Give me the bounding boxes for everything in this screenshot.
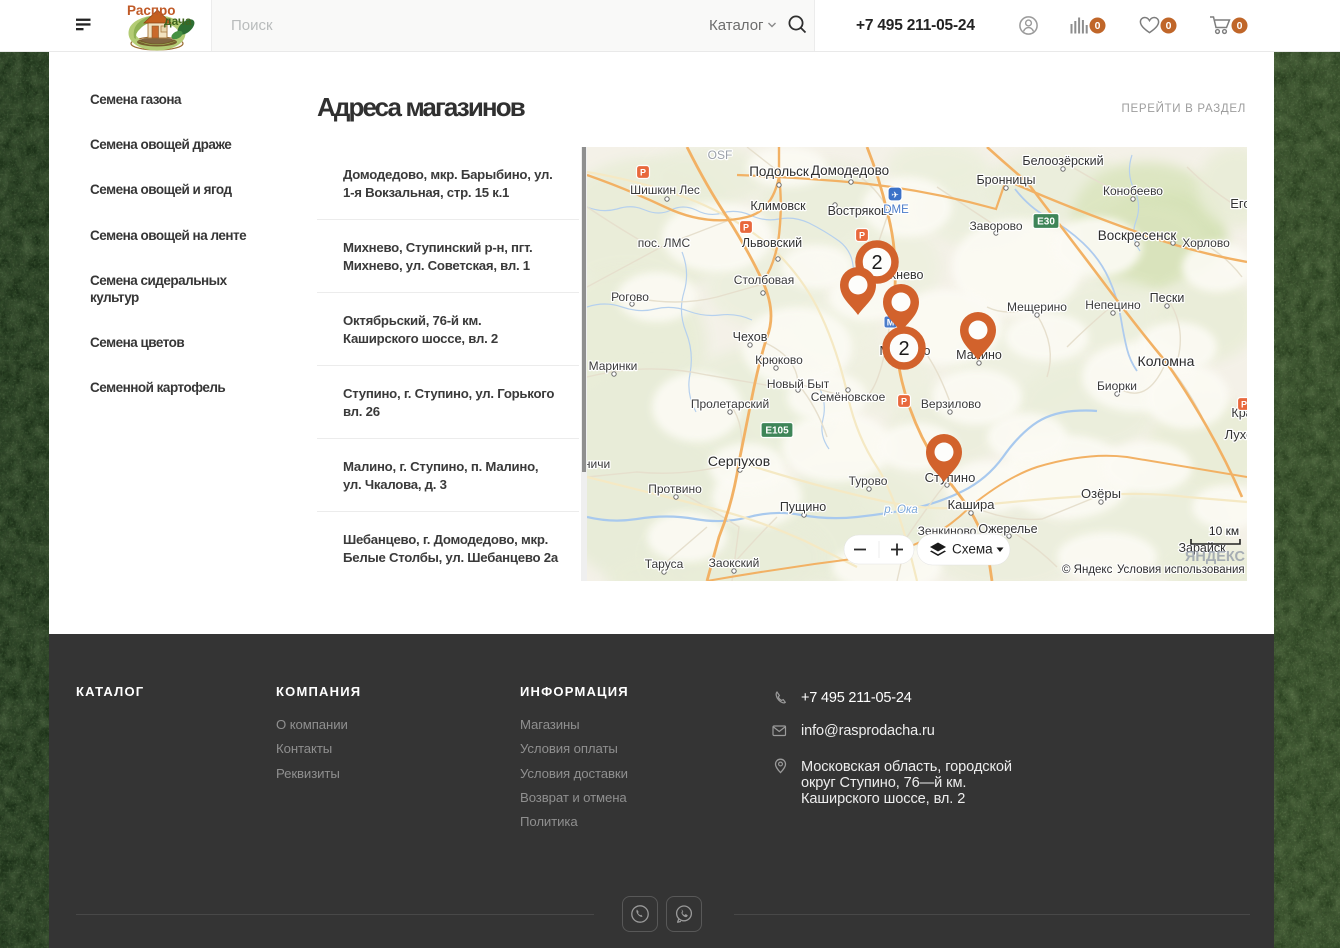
svg-text:Протвино: Протвино [648, 482, 702, 496]
svg-text:Подольск: Подольск [749, 164, 809, 179]
svg-text:0: 0 [1095, 20, 1101, 32]
svg-text:E30: E30 [1037, 217, 1055, 228]
svg-text:© Яндекс: © Яндекс [1062, 564, 1113, 576]
svg-text:Мещерино: Мещерино [1007, 300, 1067, 314]
svg-text:ЯНДЕКС: ЯНДЕКС [1185, 549, 1246, 565]
svg-text:Р: Р [1241, 400, 1247, 410]
svg-text:дача: дача [164, 14, 192, 28]
svg-text:Заворово: Заворово [969, 219, 1022, 233]
svg-text:Непецино: Непецино [1085, 298, 1141, 312]
svg-text:Хорлово: Хорлово [1182, 236, 1230, 250]
svg-text:Егор: Егор [1230, 196, 1247, 211]
svg-text:Заокский: Заокский [709, 556, 760, 570]
svg-text:Биорки: Биорки [1097, 379, 1137, 393]
svg-text:Пролетарский: Пролетарский [691, 397, 769, 411]
svg-text:Серпухов: Серпухов [708, 453, 770, 469]
svg-text:✈: ✈ [891, 190, 899, 200]
svg-text:Пущино: Пущино [780, 500, 826, 514]
svg-text:0: 0 [1237, 20, 1243, 32]
svg-text:пос. ЛМС: пос. ЛМС [638, 236, 691, 250]
svg-text:OSF: OSF [708, 148, 733, 162]
svg-text:10 км: 10 км [1209, 524, 1239, 538]
svg-text:Воскресенск: Воскресенск [1098, 228, 1177, 243]
svg-text:Турово: Турово [849, 474, 888, 488]
svg-text:Схема: Схема [952, 542, 993, 557]
svg-text:Бронницы: Бронницы [976, 173, 1035, 187]
svg-text:Лухо: Лухо [1225, 427, 1247, 442]
svg-text:Семёновское: Семёновское [811, 390, 886, 404]
svg-text:Пески: Пески [1150, 291, 1185, 305]
svg-text:Конобеево: Конобеево [1103, 184, 1163, 198]
svg-text:Таруса: Таруса [645, 557, 684, 571]
svg-text:Р: Р [901, 397, 907, 407]
svg-text:ничи: ничи [587, 457, 610, 471]
svg-text:Чехов: Чехов [733, 330, 768, 344]
svg-text:Львовский: Львовский [742, 236, 802, 250]
svg-text:Р: Р [640, 168, 646, 178]
svg-text:Кашира: Кашира [948, 497, 996, 512]
svg-text:Р: Р [859, 231, 865, 241]
svg-text:E105: E105 [765, 426, 789, 437]
svg-text:Климовск: Климовск [750, 199, 806, 213]
svg-text:Домодедово: Домодедово [811, 163, 889, 178]
svg-text:DME: DME [883, 204, 909, 216]
svg-text:Коломна: Коломна [1138, 353, 1195, 369]
svg-text:Маринки: Маринки [589, 359, 638, 373]
svg-text:Крюково: Крюково [755, 353, 803, 367]
svg-text:р. Ока: р. Ока [883, 504, 918, 516]
svg-text:Рогово: Рогово [611, 290, 649, 304]
svg-text:Р: Р [743, 223, 749, 233]
svg-text:Верзилово: Верзилово [921, 397, 981, 411]
svg-text:Белоозёрский: Белоозёрский [1022, 154, 1103, 168]
svg-text:Столбовая: Столбовая [734, 273, 794, 287]
svg-text:2: 2 [898, 338, 909, 360]
svg-text:Новый Быт: Новый Быт [767, 377, 830, 391]
svg-text:Шишкин Лес: Шишкин Лес [630, 183, 700, 197]
svg-text:2: 2 [871, 252, 882, 274]
svg-text:0: 0 [1166, 20, 1172, 32]
svg-text:Условия использования: Условия использования [1117, 564, 1245, 576]
svg-text:Озёры: Озёры [1081, 486, 1121, 501]
